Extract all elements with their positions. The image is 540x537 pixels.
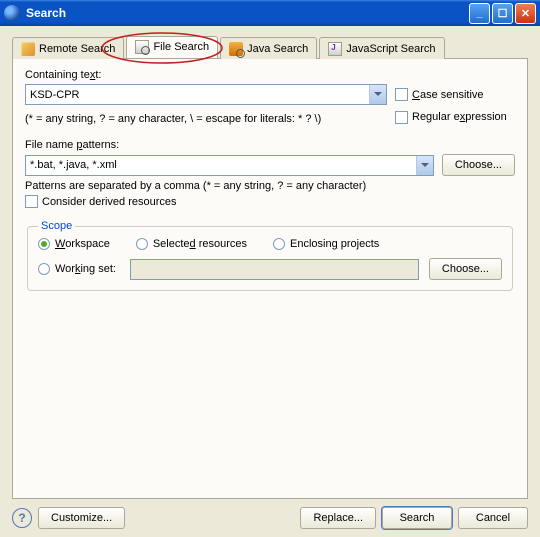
maximize-button[interactable]: ☐: [492, 3, 513, 24]
cancel-button[interactable]: Cancel: [458, 507, 528, 529]
derived-resources-checkbox[interactable]: Consider derived resources: [25, 195, 515, 208]
scope-group: Scope Workspace Selected resources Enclo…: [27, 220, 513, 291]
tab-remote-search[interactable]: Remote Search: [12, 37, 124, 59]
radio-icon: [136, 238, 148, 250]
java-search-icon: [229, 42, 243, 56]
close-button[interactable]: ✕: [515, 3, 536, 24]
search-button[interactable]: Search: [382, 507, 452, 529]
scope-selected-radio[interactable]: Selected resources: [136, 238, 247, 250]
checkbox-box-icon: [395, 111, 408, 124]
bottom-bar: ? Customize... Replace... Search Cancel: [12, 499, 528, 529]
checkbox-box-icon: [25, 195, 38, 208]
containing-text-dropdown-button[interactable]: [369, 85, 386, 104]
replace-button[interactable]: Replace...: [300, 507, 376, 529]
containing-text-hint: (* = any string, ? = any character, \ = …: [25, 113, 387, 125]
file-patterns-label: File name patterns:: [25, 139, 515, 151]
containing-text-label: Containing text:: [25, 69, 515, 81]
file-search-panel: Containing text: Case sensitive (* = any…: [12, 58, 528, 499]
scope-enclosing-radio[interactable]: Enclosing projects: [273, 238, 379, 250]
javascript-search-icon: [328, 42, 342, 56]
file-patterns-combo[interactable]: [25, 155, 434, 176]
window-title: Search: [26, 6, 467, 20]
customize-button[interactable]: Customize...: [38, 507, 125, 529]
tab-label: Java Search: [247, 43, 308, 55]
tab-javascript-search[interactable]: JavaScript Search: [319, 37, 444, 59]
case-sensitive-checkbox[interactable]: Case sensitive: [395, 88, 515, 101]
tab-java-search[interactable]: Java Search: [220, 37, 317, 59]
choose-workingset-button[interactable]: Choose...: [429, 258, 502, 280]
working-set-input[interactable]: [130, 259, 419, 280]
scope-legend: Scope: [38, 220, 75, 232]
search-tabs: Remote Search File Search Java Search Ja…: [12, 36, 528, 58]
remote-search-icon: [21, 42, 35, 56]
radio-icon: [38, 238, 50, 250]
eclipse-icon: [4, 5, 20, 21]
tab-label: JavaScript Search: [346, 43, 435, 55]
scope-workspace-radio[interactable]: Workspace: [38, 238, 110, 250]
help-icon[interactable]: ?: [12, 508, 32, 528]
containing-text-combo[interactable]: [25, 84, 387, 105]
title-bar: Search _ ☐ ✕: [0, 0, 540, 26]
checkbox-box-icon: [395, 88, 408, 101]
tab-label: File Search: [153, 41, 209, 53]
file-patterns-hint: Patterns are separated by a comma (* = a…: [25, 180, 515, 192]
choose-patterns-button[interactable]: Choose...: [442, 154, 515, 176]
tab-file-search[interactable]: File Search: [126, 36, 218, 58]
radio-icon: [38, 263, 50, 275]
minimize-button[interactable]: _: [469, 3, 490, 24]
containing-text-input[interactable]: [26, 87, 369, 103]
tab-label: Remote Search: [39, 43, 115, 55]
radio-icon: [273, 238, 285, 250]
file-search-icon: [135, 40, 149, 54]
file-patterns-dropdown-button[interactable]: [416, 156, 433, 175]
scope-workingset-radio[interactable]: Working set:: [38, 263, 120, 275]
file-patterns-input[interactable]: [26, 157, 416, 173]
regex-checkbox[interactable]: Regular expression: [395, 111, 515, 124]
